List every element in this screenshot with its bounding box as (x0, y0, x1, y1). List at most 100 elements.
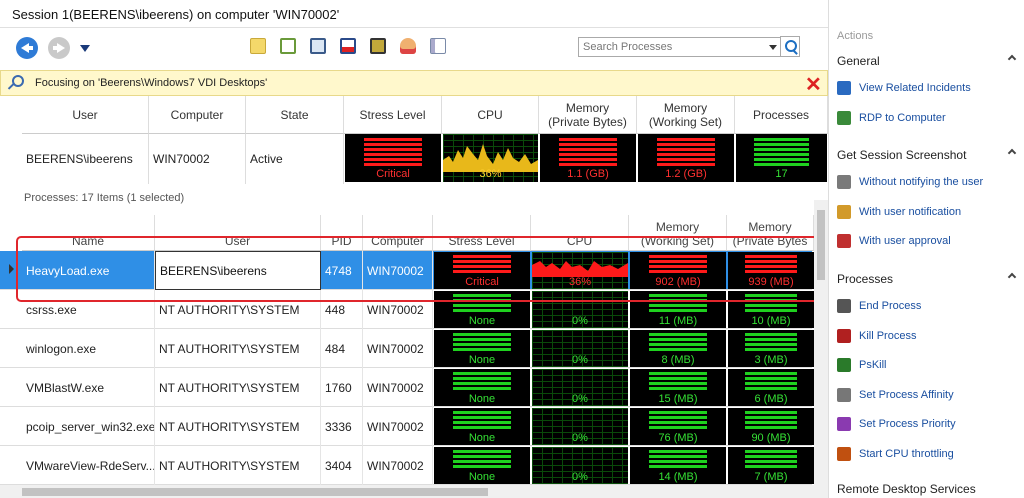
action-pskill[interactable]: PsKill (837, 357, 1023, 375)
close-icon[interactable]: ✕ (805, 72, 822, 97)
actions-pane: Actions General View Related Incidents RDP… (828, 0, 1024, 498)
cell-computer[interactable]: WIN70002 (363, 446, 433, 485)
section-label: General (837, 54, 880, 68)
priority-icon (837, 417, 851, 431)
session-mem-private-label: 1.1 (GB) (567, 168, 609, 180)
action-kill-process[interactable]: Kill Process (837, 328, 1023, 346)
cell-user[interactable]: NT AUTHORITY\SYSTEM (155, 368, 321, 407)
horizontal-scrollbar[interactable] (0, 485, 828, 498)
session-user[interactable]: BEERENS\ibeerens (22, 134, 149, 184)
meter-cpu: 0% (532, 330, 628, 367)
action-set-process-priority[interactable]: Set Process Priority (837, 416, 1023, 434)
table-row[interactable]: VMwareView-RdeServ... NT AUTHORITY\SYSTEM… (0, 446, 814, 485)
id-card-icon[interactable] (430, 38, 446, 54)
col-header-mem-private[interactable]: Memory (Private Bytes) (539, 96, 637, 134)
camera-approval-icon (837, 234, 851, 248)
cell-pid[interactable]: 1760 (321, 368, 363, 407)
meter-mem_working: 15 (MB) (630, 369, 726, 406)
cell-pid[interactable]: 3404 (321, 446, 363, 485)
meter-stress-label: None (468, 315, 496, 327)
action-label: Without notifying the user (859, 176, 984, 188)
meter-cpu-label: 0% (572, 393, 588, 405)
meter-mem_private: 7 (MB) (728, 447, 814, 484)
gear-icon (837, 387, 851, 402)
action-set-process-affinity[interactable]: Set Process Affinity (837, 387, 1023, 405)
cell-user[interactable]: NT AUTHORITY\SYSTEM (155, 407, 321, 446)
cell-user[interactable]: NT AUTHORITY\SYSTEM (155, 329, 321, 368)
kill-process-icon (837, 328, 851, 343)
dropdown-icon[interactable] (80, 45, 90, 52)
cell-computer[interactable]: WIN70002 (363, 368, 433, 407)
action-rdp-to-computer[interactable]: RDP to Computer (837, 110, 1023, 128)
col-header-computer[interactable]: Computer (149, 96, 246, 134)
action-with-user-notification[interactable]: With user notification (837, 204, 1023, 222)
col-header-mem-working[interactable]: Memory (Working Set) (637, 96, 735, 134)
action-without-notifying-the-user[interactable]: Without notifying the user (837, 174, 1023, 192)
toolbar: Search Processes (0, 28, 828, 68)
meter-mem_working-label: 11 (MB) (658, 315, 698, 327)
meter-stress: None (434, 330, 530, 367)
col-header-processes[interactable]: Processes (735, 96, 828, 134)
vertical-scroll-thumb[interactable] (817, 210, 825, 280)
screen-icon[interactable] (340, 38, 356, 54)
cell-name[interactable]: VMBlastW.exe (22, 368, 155, 407)
back-icon[interactable] (16, 37, 38, 59)
search-icon[interactable] (780, 36, 800, 57)
section-get-session-screenshot[interactable]: Get Session Screenshot (829, 144, 1024, 166)
section-processes[interactable]: Processes (829, 268, 1024, 290)
action-with-user-approval[interactable]: With user approval (837, 233, 1023, 251)
cell-computer[interactable]: WIN70002 (363, 407, 433, 446)
cell-pid[interactable]: 484 (321, 329, 363, 368)
user-icon[interactable] (400, 38, 416, 54)
col-header-cpu[interactable]: CPU (442, 96, 539, 134)
table-row[interactable]: winlogon.exe NT AUTHORITY\SYSTEM 484 WIN700… (0, 329, 814, 368)
collapse-chevron-icon[interactable] (1007, 148, 1017, 158)
section-remote-desktop-services[interactable]: Remote Desktop Services (829, 478, 1024, 498)
search-dropdown-icon[interactable] (769, 45, 777, 50)
meter-mem_working: 8 (MB) (630, 330, 726, 367)
session-state[interactable]: Active (246, 134, 344, 184)
session-mem-working-meter: 1.2 (GB) (638, 134, 734, 182)
list-icon[interactable] (280, 38, 296, 54)
col-header-stress[interactable]: Stress Level (344, 96, 442, 134)
cell-name[interactable]: VMwareView-RdeServ... (22, 446, 155, 485)
search-input[interactable]: Search Processes (578, 37, 782, 57)
col-header-state[interactable]: State (246, 96, 344, 134)
cell-user[interactable]: NT AUTHORITY\SYSTEM (155, 446, 321, 485)
section-general[interactable]: General (829, 50, 1024, 72)
collapse-chevron-icon[interactable] (1007, 54, 1017, 64)
window-title: Session 1(BEERENS\ibeerens) on computer … (0, 0, 828, 28)
collapse-chevron-icon[interactable] (1007, 272, 1017, 282)
cell-name[interactable]: pcoip_server_win32.exe (22, 407, 155, 446)
table-row[interactable]: pcoip_server_win32.exe NT AUTHORITY\SYSTE… (0, 407, 814, 446)
table-row[interactable]: VMBlastW.exe NT AUTHORITY\SYSTEM 1760 WIN70… (0, 368, 814, 407)
action-label: Start CPU throttling (859, 447, 954, 460)
meter-mem_working: 76 (MB) (630, 408, 726, 445)
cell-name[interactable]: winlogon.exe (22, 329, 155, 368)
pskill-icon (837, 358, 851, 372)
cell-pid[interactable]: 3336 (321, 407, 363, 446)
meter-mem_working-label: 76 (MB) (658, 432, 698, 444)
cell-computer[interactable]: WIN70002 (363, 329, 433, 368)
action-view-related-incidents[interactable]: View Related Incidents (837, 80, 1023, 98)
meter-stress-label: None (468, 354, 496, 366)
window-icon[interactable] (310, 38, 326, 54)
action-start-cpu-throttling[interactable]: Start CPU throttling (837, 446, 1023, 464)
chip-icon[interactable] (370, 38, 386, 54)
vertical-scrollbar[interactable] (814, 200, 828, 485)
horizontal-scroll-thumb[interactable] (22, 488, 488, 496)
action-end-process[interactable]: End Process (837, 298, 1023, 316)
session-computer[interactable]: WIN70002 (149, 134, 246, 184)
session-stress-meter: Critical (345, 134, 441, 182)
cpu-graph-icon (443, 144, 538, 172)
folder-icon[interactable] (250, 38, 266, 54)
action-label: With user notification (859, 205, 962, 218)
app-window: Session 1(BEERENS\ibeerens) on computer … (0, 0, 1024, 498)
col-header-user[interactable]: User (22, 96, 149, 134)
session-processes-label: 17 (775, 168, 788, 180)
meter-stress-label: None (468, 393, 496, 405)
session-mem-private-meter: 1.1 (GB) (540, 134, 636, 182)
forward-icon[interactable] (48, 37, 70, 59)
meter-mem_private-label: 10 (MB) (751, 315, 791, 327)
meter-mem_private: 90 (MB) (728, 408, 814, 445)
